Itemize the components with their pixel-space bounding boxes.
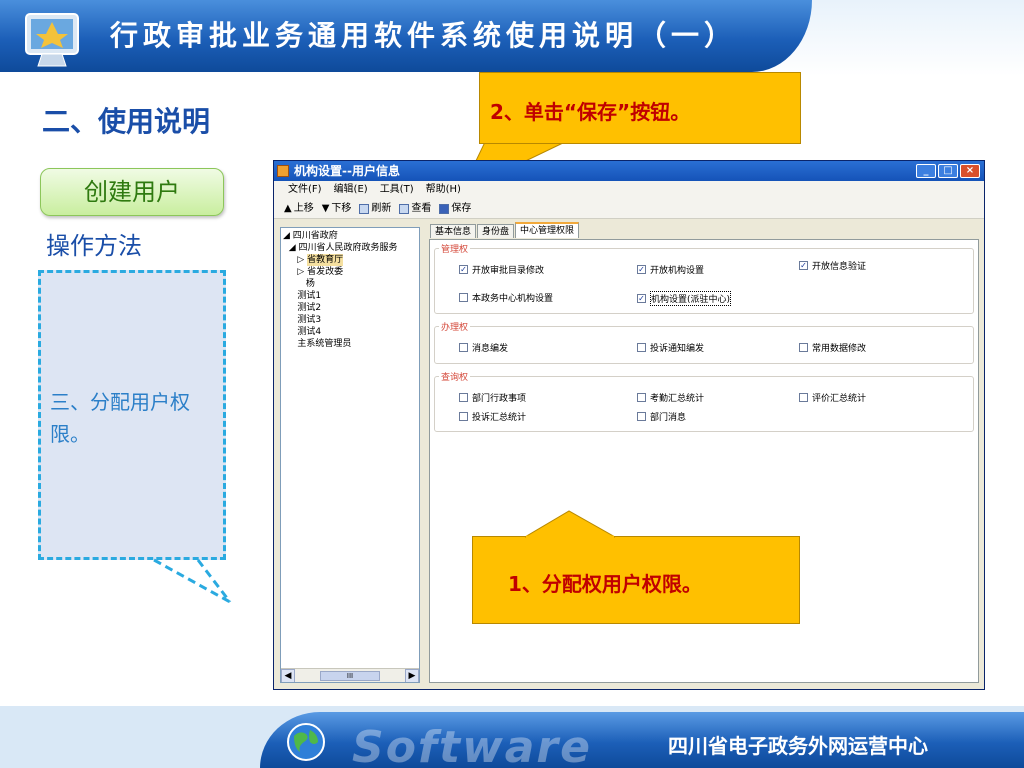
menu-tools[interactable]: 工具(T) — [376, 181, 418, 199]
group-handle: 办理权 消息编发 投诉通知编发 常用数据修改 — [434, 320, 974, 364]
tree-scrollbar[interactable]: ◀ III ▶ — [281, 668, 419, 682]
save-icon — [439, 203, 450, 214]
toolbar: ▲ 上移 ▼ 下移 刷新 查看 保存 — [274, 199, 984, 219]
create-user-button[interactable]: 创建用户 — [40, 168, 224, 216]
checkbox-item[interactable]: 部门消息 — [637, 410, 686, 423]
software-brand: Software — [352, 722, 592, 768]
checkbox-item[interactable]: ✓ 开放信息验证 — [799, 259, 866, 272]
tree-node[interactable]: 主系统管理员 — [283, 338, 417, 350]
tree-node[interactable]: ▷ 省发改委 — [283, 266, 417, 278]
window-controls: _ □ × — [916, 164, 980, 178]
monitor-logo-icon — [25, 13, 79, 67]
callout-assign-text: 1、分配权用户权限。 — [508, 572, 702, 596]
checkbox-unchecked-icon[interactable] — [637, 393, 646, 402]
save-button[interactable]: 保存 — [437, 199, 473, 218]
checkbox-unchecked-icon[interactable] — [459, 293, 468, 302]
checkbox-unchecked-icon[interactable] — [637, 343, 646, 352]
app-icon — [277, 165, 289, 177]
section-title: 二、使用说明 — [42, 105, 211, 138]
group-manage: 管理权 ✓ 开放审批目录修改 ✓ 开放机构设置 ✓ 开放信息验证 本政务中心机构… — [434, 242, 974, 314]
tab-strip: 基本信息 身份盘 中心管理权限 — [430, 222, 580, 238]
menu-bar: 文件(F) 编辑(E) 工具(T) 帮助(H) — [274, 181, 984, 199]
checkbox-checked-icon[interactable]: ✓ — [799, 261, 808, 270]
globe-icon — [287, 723, 325, 761]
footer-org: 四川省电子政务外网运营中心 — [668, 734, 928, 758]
checkbox-checked-icon[interactable]: ✓ — [637, 294, 646, 303]
minimize-icon[interactable]: _ — [916, 164, 936, 178]
note-text: 三、分配用户权限。 — [50, 390, 190, 446]
checkbox-item[interactable]: 常用数据修改 — [799, 341, 866, 354]
tab-identity[interactable]: 身份盘 — [477, 224, 515, 238]
callout-save-text: 2、单击“保存”按钮。 — [490, 100, 691, 124]
checkbox-item[interactable]: 消息编发 — [459, 341, 508, 354]
checkbox-item[interactable]: 考勤汇总统计 — [637, 391, 704, 404]
checkbox-item[interactable]: 投诉汇总统计 — [459, 410, 526, 423]
checkbox-item[interactable]: ✓ 开放审批目录修改 — [459, 263, 544, 276]
tree-node[interactable]: ◢ 四川省政府 — [283, 230, 417, 242]
checkbox-item[interactable]: ✓ 开放机构设置 — [637, 263, 704, 276]
scroll-right-icon[interactable]: ▶ — [405, 669, 419, 682]
note-tail — [153, 558, 232, 604]
arrow-down-icon: ▼ — [321, 202, 330, 214]
scroll-thumb[interactable]: III — [320, 670, 380, 681]
tree-node[interactable]: 测试2 — [283, 302, 417, 314]
org-tree: ◢ 四川省政府 ◢ 四川省人民政府政务服务 ▷ 省教育厅 ▷ 省发改委 杨 测试… — [280, 227, 420, 683]
checkbox-item[interactable]: 评价汇总统计 — [799, 391, 866, 404]
menu-help[interactable]: 帮助(H) — [422, 181, 465, 199]
tab-basic-info[interactable]: 基本信息 — [430, 224, 477, 238]
checkbox-unchecked-icon[interactable] — [459, 393, 468, 402]
tree-node[interactable]: 测试1 — [283, 290, 417, 302]
tree-node[interactable]: ▷ 省教育厅 — [283, 254, 417, 266]
arrow-up-icon: ▲ — [284, 202, 292, 214]
view-button[interactable]: 查看 — [397, 199, 433, 218]
checkbox-unchecked-icon[interactable] — [637, 412, 646, 421]
move-down-button[interactable]: ▼ 下移 — [320, 199, 354, 218]
refresh-icon — [359, 203, 370, 214]
checkbox-checked-icon[interactable]: ✓ — [459, 265, 468, 274]
group-title-handle: 办理权 — [439, 320, 471, 333]
tree-node[interactable]: 测试4 — [283, 326, 417, 338]
checkbox-unchecked-icon[interactable] — [459, 412, 468, 421]
menu-file[interactable]: 文件(F) — [284, 181, 326, 199]
maximize-icon[interactable]: □ — [938, 164, 958, 178]
window-titlebar: 机构设置--用户信息 _ □ × — [274, 161, 984, 181]
menu-edit[interactable]: 编辑(E) — [330, 181, 372, 199]
tree-node[interactable]: 测试3 — [283, 314, 417, 326]
checkbox-checked-icon[interactable]: ✓ — [637, 265, 646, 274]
scroll-left-icon[interactable]: ◀ — [281, 669, 295, 682]
checkbox-unchecked-icon[interactable] — [799, 393, 808, 402]
tree-node[interactable]: ◢ 四川省人民政府政务服务 — [283, 242, 417, 254]
page-title: 行政审批业务通用软件系统使用说明（一） — [110, 19, 738, 52]
group-title-manage: 管理权 — [439, 242, 471, 255]
checkbox-item[interactable]: 部门行政事项 — [459, 391, 526, 404]
checkbox-unchecked-icon[interactable] — [459, 343, 468, 352]
move-up-button[interactable]: ▲ 上移 — [282, 199, 316, 218]
checkbox-unchecked-icon[interactable] — [799, 343, 808, 352]
refresh-button[interactable]: 刷新 — [357, 199, 393, 218]
close-icon[interactable]: × — [960, 164, 980, 178]
method-label: 操作方法 — [46, 232, 142, 260]
window-title: 机构设置--用户信息 — [294, 164, 400, 178]
group-title-query: 查询权 — [439, 370, 471, 383]
callout-pointer-assign — [525, 510, 615, 538]
checkbox-item[interactable]: 本政务中心机构设置 — [459, 291, 553, 304]
tab-center-permissions[interactable]: 中心管理权限 — [515, 222, 580, 238]
group-query: 查询权 部门行政事项 考勤汇总统计 评价汇总统计 投诉汇总统计 部门消息 — [434, 370, 974, 432]
checkbox-item[interactable]: ✓ 机构设置(派驻中心) — [637, 291, 732, 306]
view-icon — [399, 203, 410, 214]
tree-node[interactable]: 杨 — [283, 278, 417, 290]
checkbox-item[interactable]: 投诉通知编发 — [637, 341, 704, 354]
